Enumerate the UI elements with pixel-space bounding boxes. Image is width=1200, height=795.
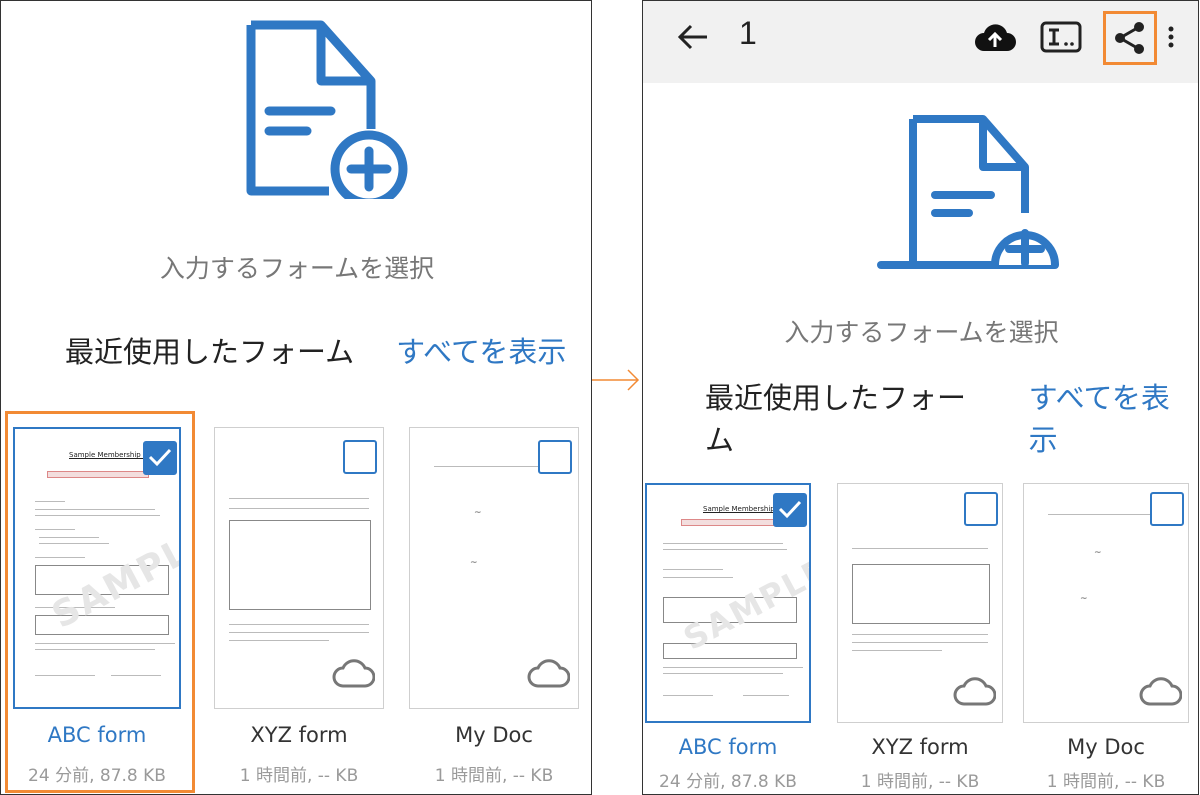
form-name: ABC form bbox=[678, 735, 778, 759]
select-checkbox[interactable] bbox=[143, 441, 177, 475]
thumb-line bbox=[1048, 514, 1158, 515]
add-form-icon[interactable] bbox=[239, 19, 414, 199]
thumb-table bbox=[852, 564, 990, 624]
thumb-signature: ~ bbox=[1080, 594, 1088, 604]
thumb-line bbox=[663, 543, 783, 544]
see-all-link[interactable]: すべてを表示 bbox=[1029, 375, 1198, 459]
thumb-line bbox=[39, 543, 109, 544]
see-all-link[interactable]: すべてを表示 bbox=[396, 329, 566, 371]
share-button[interactable] bbox=[1103, 11, 1157, 65]
thumb-line bbox=[35, 509, 155, 510]
upload-button[interactable] bbox=[971, 13, 1019, 61]
cloud-icon bbox=[953, 677, 996, 706]
select-form-prompt: 入力するフォームを選択 bbox=[784, 318, 1059, 347]
form-thumbnail[interactable] bbox=[214, 427, 384, 709]
share-icon bbox=[1115, 22, 1144, 54]
selection-app-bar: 1 bbox=[643, 1, 1198, 83]
thumb-line bbox=[663, 695, 713, 696]
selected-count: 1 bbox=[739, 15, 757, 51]
more-vert-icon bbox=[1168, 26, 1174, 48]
recent-forms-header: 最近使用したフォーム すべてを表示 bbox=[65, 329, 566, 371]
recent-forms-label: 最近使用したフォーム bbox=[705, 381, 967, 457]
text-field-button[interactable] bbox=[1037, 13, 1085, 61]
thumb-line bbox=[743, 695, 789, 696]
thumb-alert-bar bbox=[47, 471, 149, 478]
text-field-icon bbox=[1040, 21, 1082, 53]
more-options-button[interactable] bbox=[1159, 13, 1183, 61]
thumb-line bbox=[663, 549, 787, 550]
form-meta: 24 分前, 87.8 KB bbox=[28, 766, 166, 786]
recent-forms-label: 最近使用したフォーム bbox=[65, 335, 355, 369]
select-checkbox[interactable] bbox=[964, 492, 998, 526]
thumb-table bbox=[663, 643, 797, 659]
thumb-line bbox=[663, 673, 783, 674]
add-form-icon[interactable] bbox=[875, 113, 1065, 285]
thumb-line bbox=[852, 634, 988, 635]
thumb-line bbox=[111, 675, 161, 676]
thumb-line bbox=[35, 557, 85, 558]
recent-forms-header: 最近使用したフォーム すべてを表示 bbox=[705, 375, 1198, 459]
form-name: ABC form bbox=[47, 723, 147, 747]
form-name: My Doc bbox=[455, 723, 533, 747]
thumb-line bbox=[35, 675, 95, 676]
thumb-line bbox=[229, 632, 369, 633]
thumb-line bbox=[39, 537, 99, 538]
thumb-line bbox=[434, 466, 544, 467]
back-button[interactable] bbox=[673, 17, 713, 57]
form-card-abc[interactable]: Sample Membership Form SAMPLE ABC form 2… bbox=[645, 483, 811, 793]
form-meta: 1 時間前, -- KB bbox=[1046, 772, 1166, 792]
left-screen: 入力するフォームを選択 最近使用したフォーム すべてを表示 Sample Mem… bbox=[0, 0, 592, 795]
form-thumbnail[interactable]: Sample Membership Form SAMPLE bbox=[13, 427, 181, 709]
form-thumbnail[interactable] bbox=[837, 483, 1003, 723]
form-card-mydoc[interactable]: ~ ~ My Doc 1 時間前, -- KB bbox=[1023, 483, 1189, 793]
thumb-line bbox=[229, 640, 329, 641]
form-name: My Doc bbox=[1067, 735, 1145, 759]
thumb-line bbox=[663, 569, 723, 570]
thumb-line bbox=[35, 515, 160, 516]
form-card-xyz[interactable]: XYZ form 1 時間前, -- KB bbox=[837, 483, 1003, 793]
thumb-line bbox=[852, 642, 988, 643]
cloud-upload-icon bbox=[975, 24, 1016, 51]
thumb-line bbox=[35, 643, 175, 644]
thumb-line bbox=[35, 529, 75, 530]
thumb-line bbox=[852, 650, 942, 651]
thumb-line bbox=[229, 624, 369, 625]
form-card-mydoc[interactable]: ~ ~ My Doc 1 時間前, -- KB bbox=[409, 427, 579, 787]
form-name: XYZ form bbox=[871, 735, 969, 759]
thumb-signature: ~ bbox=[470, 558, 478, 568]
thumb-line bbox=[852, 548, 988, 549]
thumb-line bbox=[35, 649, 155, 650]
thumb-line bbox=[229, 508, 369, 509]
thumb-signature: ~ bbox=[474, 508, 482, 518]
form-card-xyz[interactable]: XYZ form 1 時間前, -- KB bbox=[214, 427, 384, 787]
right-screen: 1 入力するフォームを選択 最近使用したフォーム すべてを表示 Sample M… bbox=[642, 0, 1199, 795]
thumb-line bbox=[663, 577, 733, 578]
thumb-line bbox=[35, 501, 65, 502]
thumb-line bbox=[663, 667, 803, 668]
form-meta: 24 分前, 87.8 KB bbox=[659, 772, 797, 792]
cloud-icon bbox=[1139, 677, 1182, 706]
form-meta: 1 時間前, -- KB bbox=[860, 772, 980, 792]
select-checkbox[interactable] bbox=[343, 440, 377, 474]
form-meta: 1 時間前, -- KB bbox=[239, 766, 359, 786]
thumb-table bbox=[229, 520, 371, 610]
transition-arrow-icon bbox=[592, 369, 640, 391]
select-checkbox[interactable] bbox=[1150, 492, 1184, 526]
select-form-prompt: 入力するフォームを選択 bbox=[159, 254, 435, 283]
form-name: XYZ form bbox=[250, 723, 348, 747]
thumb-alert-bar bbox=[681, 519, 783, 526]
cloud-icon bbox=[527, 659, 570, 688]
form-card-abc[interactable]: Sample Membership Form SAMPLE ABC form 2… bbox=[13, 427, 181, 787]
form-meta: 1 時間前, -- KB bbox=[434, 766, 554, 786]
cloud-icon bbox=[332, 659, 375, 688]
form-thumbnail[interactable]: Sample Membership Form SAMPLE bbox=[645, 483, 811, 723]
select-checkbox[interactable] bbox=[773, 493, 807, 527]
thumb-line bbox=[229, 498, 369, 499]
form-thumbnail[interactable]: ~ ~ bbox=[409, 427, 579, 709]
form-thumbnail[interactable]: ~ ~ bbox=[1023, 483, 1189, 723]
arrow-left-icon bbox=[677, 24, 707, 50]
thumb-signature: ~ bbox=[1094, 548, 1102, 558]
select-checkbox[interactable] bbox=[538, 440, 572, 474]
